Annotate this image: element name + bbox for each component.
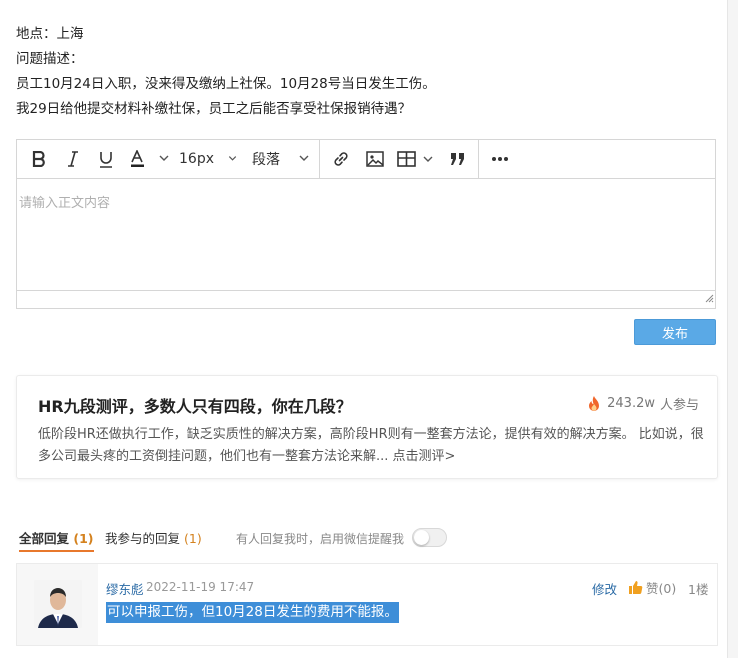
toggle-knob <box>414 530 429 545</box>
publish-button[interactable]: 发布 <box>634 319 716 345</box>
resize-handle-icon[interactable] <box>704 288 714 307</box>
floor-number: 1楼 <box>688 582 709 597</box>
reply-author[interactable]: 缪东彪 <box>106 579 144 598</box>
font-size-value: 16px <box>179 151 214 167</box>
edit-reply-button[interactable]: 修改 <box>592 579 617 598</box>
font-color-icon[interactable] <box>129 140 173 178</box>
like-label: 赞(0) <box>646 581 677 596</box>
tab-my-replies[interactable]: 我参与的回复 (1) <box>105 528 202 547</box>
fire-icon <box>589 395 600 411</box>
question-desc-label: 问题描述： <box>16 51 84 67</box>
underline-icon[interactable] <box>96 140 116 178</box>
table-icon[interactable] <box>397 140 437 178</box>
promo-description: 低阶段HR还做执行工作，缺乏实质性的解决方案，高阶段HR则有一整套方法论，提供有… <box>38 424 714 468</box>
tab-mine-label: 我参与的回复 <box>105 531 181 546</box>
tab-all-count: (1) <box>73 531 94 546</box>
participants-count: 243.2w <box>607 396 655 411</box>
italic-icon[interactable] <box>63 140 83 178</box>
paragraph-select[interactable]: 段落 <box>251 140 313 178</box>
toolbar-divider <box>319 140 320 178</box>
promo-participants: 243.2w 人参与 <box>588 394 699 413</box>
page-scroll-edge <box>727 0 738 658</box>
editor-toolbar: 16px 段落 <box>17 140 715 179</box>
reply-item: 缪东彪 2022-11-19 17:47 修改 赞(0) 1楼 可以申报工伤，但… <box>16 563 718 646</box>
font-size-select[interactable]: 16px <box>179 140 239 178</box>
thumbs-up-icon <box>629 581 643 595</box>
more-icon[interactable] <box>489 140 511 178</box>
reply-time: 2022-11-19 17:47 <box>146 580 255 594</box>
wechat-notify-label: 有人回复我时，启用微信提醒我 <box>236 532 405 546</box>
reply-avatar-column <box>17 564 98 645</box>
paragraph-value: 段落 <box>252 152 280 168</box>
tab-all-label: 全部回复 <box>19 531 70 546</box>
image-icon[interactable] <box>364 140 386 178</box>
editor-placeholder: 请输入正文内容 <box>19 196 111 211</box>
question-line-2: 我29日给他提交材料补缴社保，员工之后能否享受社保报销待遇？ <box>16 101 412 117</box>
wechat-notify-toggle[interactable] <box>412 528 447 547</box>
question-location: 地点：上海 <box>16 26 84 42</box>
promo-title[interactable]: HR九段测评，多数人只有四段，你在几段？ <box>38 393 352 417</box>
promo-desc-text: 低阶段HR还做执行工作，缺乏实质性的解决方案，高阶段HR则有一整套方法论，提供有… <box>38 427 704 464</box>
participants-suffix: 人参与 <box>659 398 699 413</box>
tab-mine-count: (1) <box>184 531 202 546</box>
question-text: 地点：上海 问题描述： 员工10月24日入职，没来得及缴纳上社保。10月28号当… <box>16 22 436 122</box>
question-line-1: 员工10月24日入职，没来得及缴纳上社保。10月28号当日发生工伤。 <box>16 76 436 92</box>
quote-icon[interactable] <box>447 140 469 178</box>
reply-editor: 16px 段落 请输入正文内容 <box>16 139 716 309</box>
bold-icon[interactable] <box>29 140 49 178</box>
tab-all-replies[interactable]: 全部回复 (1) <box>19 528 94 552</box>
toolbar-divider <box>478 140 479 178</box>
promo-card[interactable]: HR九段测评，多数人只有四段，你在几段？ 243.2w 人参与 低阶段HR还做执… <box>16 375 718 479</box>
promo-test-link[interactable]: 点击测评> <box>393 449 456 464</box>
editor-content-area[interactable]: 请输入正文内容 <box>17 179 715 291</box>
link-icon[interactable] <box>330 140 352 178</box>
like-button[interactable]: 赞(0) <box>628 578 676 597</box>
avatar[interactable] <box>34 580 82 628</box>
reply-content: 可以申报工伤，但10月28日发生的费用不能报。 <box>106 602 399 623</box>
